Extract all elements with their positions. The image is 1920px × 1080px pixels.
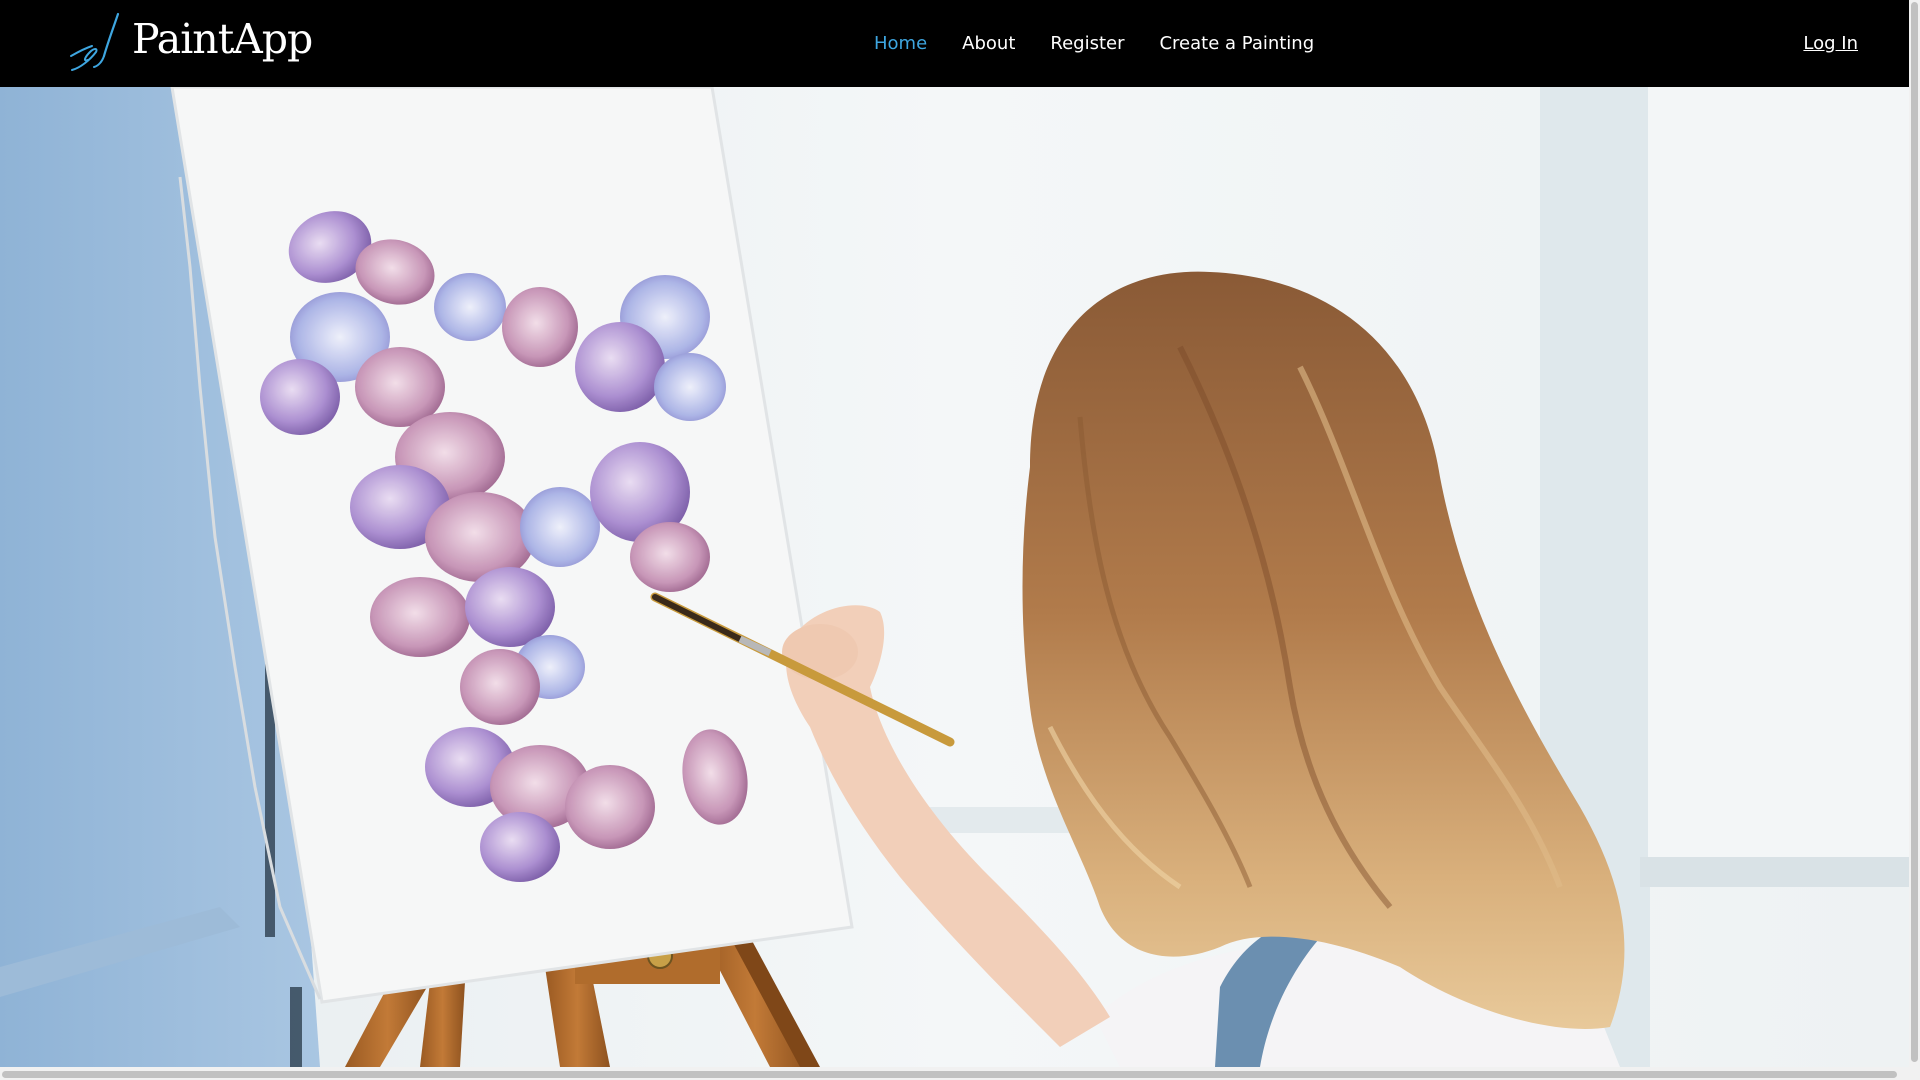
nav-create-painting[interactable]: Create a Painting	[1159, 33, 1314, 54]
nav-register[interactable]: Register	[1050, 33, 1124, 54]
brand-name: PaintApp	[132, 14, 313, 63]
navbar: PaintApp Home About Register Create a Pa…	[0, 0, 1909, 87]
hero-illustration	[0, 87, 1909, 1067]
vertical-scrollbar-thumb[interactable]	[1911, 2, 1918, 1062]
paintbrush-icon	[70, 12, 120, 71]
brand-logo[interactable]: PaintApp	[68, 12, 313, 74]
horizontal-scrollbar-thumb[interactable]	[2, 1071, 1897, 1078]
horizontal-scrollbar[interactable]	[0, 1067, 1909, 1080]
main-nav: Home About Register Create a Painting	[874, 0, 1349, 87]
page: PaintApp Home About Register Create a Pa…	[0, 0, 1920, 1080]
nav-home[interactable]: Home	[874, 33, 927, 54]
login-link[interactable]: Log In	[1803, 0, 1858, 87]
vertical-scrollbar[interactable]	[1909, 0, 1920, 1080]
nav-about[interactable]: About	[962, 33, 1015, 54]
hero-image	[0, 87, 1909, 1067]
